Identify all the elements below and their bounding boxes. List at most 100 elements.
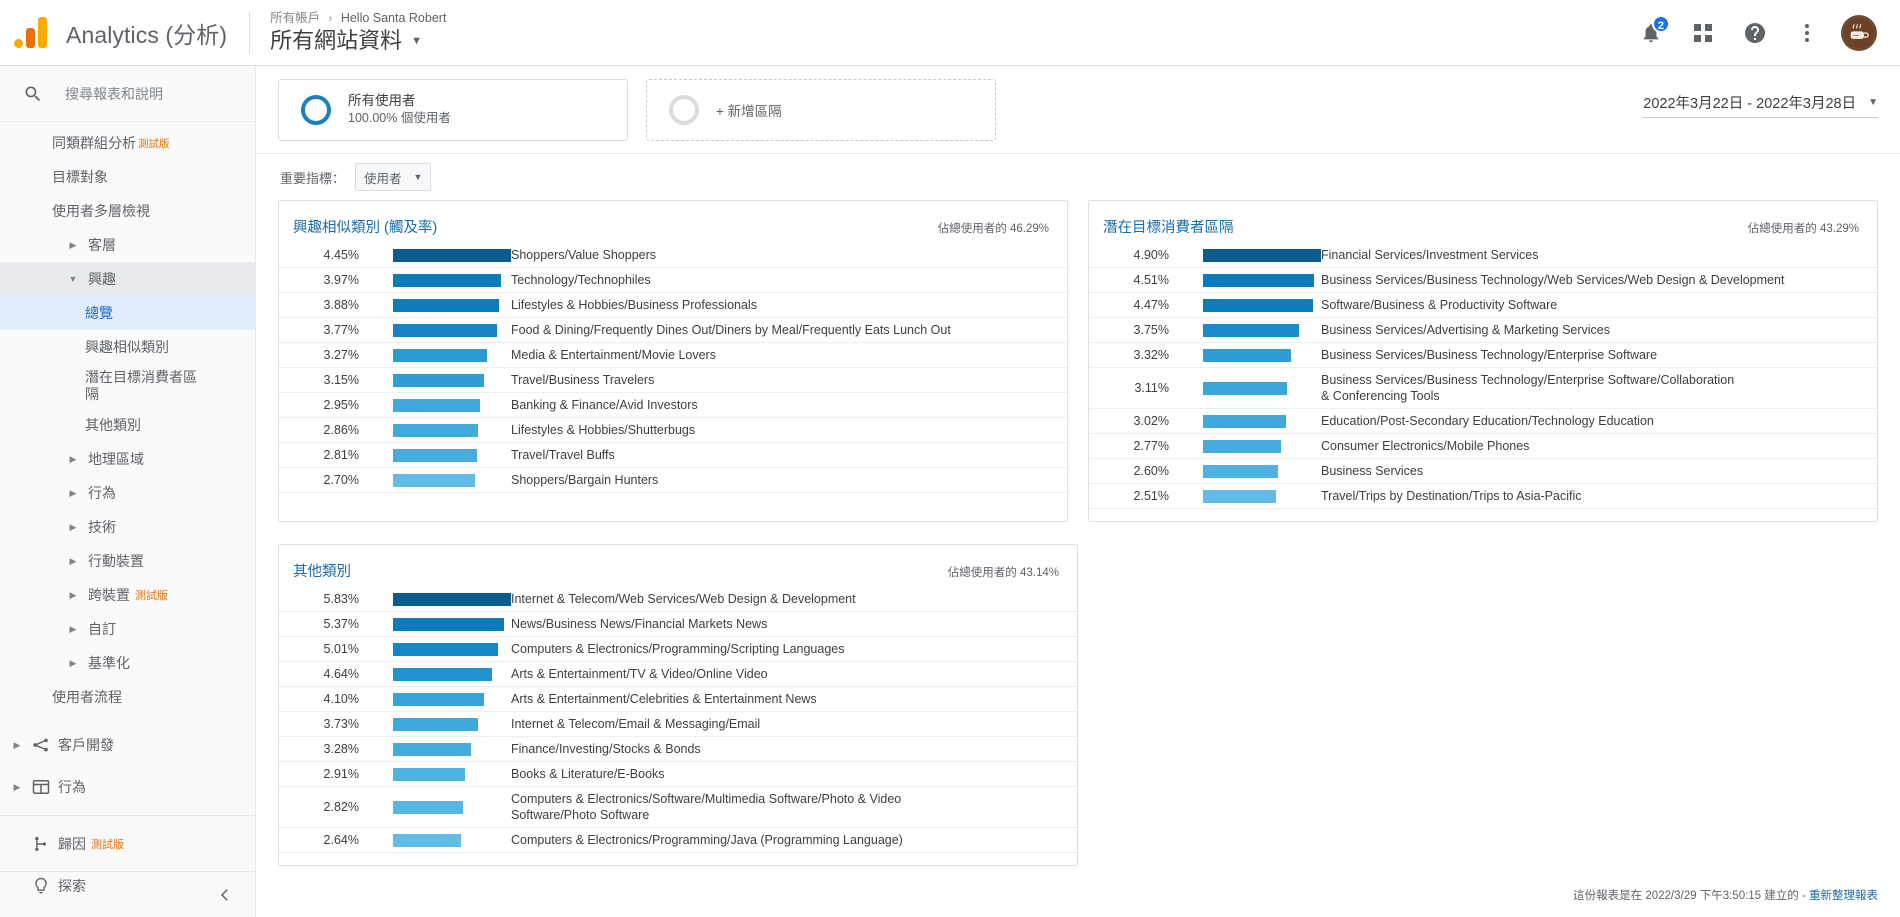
table-row[interactable]: 3.77% Food & Dining/Frequently Dines Out/…	[279, 318, 1067, 343]
sidebar-item-mobile[interactable]: ▶ 行動裝置	[0, 544, 255, 578]
sidebar-item-interests-overview[interactable]: 總覽	[0, 296, 255, 330]
sidebar-item-label: 興趣	[88, 270, 116, 287]
table-row[interactable]: 3.15% Travel/Business Travelers	[279, 368, 1067, 393]
table-row[interactable]: 3.27% Media & Entertainment/Movie Lovers	[279, 343, 1067, 368]
sidebar-item-in-market-segments[interactable]: 潛在目標消費者區隔	[0, 364, 255, 408]
help-button[interactable]	[1732, 10, 1778, 56]
table-row[interactable]: 3.32% Business Services/Business Technolo…	[1089, 343, 1877, 368]
table-row[interactable]: 4.10% Arts & Entertainment/Celebrities & …	[279, 687, 1077, 712]
apps-grid-button[interactable]	[1680, 10, 1726, 56]
table-row[interactable]: 4.90% Financial Services/Investment Servi…	[1089, 243, 1877, 268]
table-row[interactable]: 4.51% Business Services/Business Technolo…	[1089, 268, 1877, 293]
sidebar-item-affinity-categories[interactable]: 興趣相似類別	[0, 330, 255, 364]
table-row[interactable]: 2.91% Books & Literature/E-Books	[279, 762, 1077, 787]
table-row[interactable]: 2.64% Computers & Electronics/Programming…	[279, 828, 1077, 853]
sidebar-item-geo[interactable]: ▶ 地理區域	[0, 442, 255, 476]
collapse-sidebar-button[interactable]	[0, 871, 255, 917]
bar-cell	[1181, 439, 1321, 453]
table-row[interactable]: 2.60% Business Services	[1089, 459, 1877, 484]
table-row[interactable]: 2.81% Travel/Travel Buffs	[279, 443, 1067, 468]
sidebar-item-technology[interactable]: ▶ 技術	[0, 510, 255, 544]
account-selector[interactable]: 所有帳戶 › Hello Santa Robert 所有網站資料 ▼	[270, 10, 446, 55]
table-row[interactable]: 2.77% Consumer Electronics/Mobile Phones	[1089, 434, 1877, 459]
sidebar-item-behavior-sub[interactable]: ▶ 行為	[0, 476, 255, 510]
user-account-button[interactable]	[1836, 10, 1882, 56]
sidebar-item-user-explorer[interactable]: 使用者多層檢視	[0, 194, 255, 228]
refresh-report-link[interactable]: 重新整理報表	[1809, 890, 1878, 902]
sidebar-item-label: 同類群組分析	[52, 134, 136, 151]
search-input[interactable]	[50, 85, 230, 102]
sidebar-item-custom[interactable]: ▶ 自訂	[0, 612, 255, 646]
sidebar-item-cross-device[interactable]: ▶ 跨裝置 測試版	[0, 578, 255, 612]
row-percent: 2.64%	[323, 833, 359, 847]
row-percent: 3.77%	[323, 323, 359, 337]
table-row[interactable]: 5.01% Computers & Electronics/Programming…	[279, 637, 1077, 662]
beta-tag: 測試版	[135, 590, 168, 602]
metric-select[interactable]: 使用者 ▼	[355, 163, 432, 191]
sidebar-item-users-flow[interactable]: 使用者流程	[0, 680, 255, 714]
table-row[interactable]: 3.11% Business Services/Business Technolo…	[1089, 368, 1877, 409]
sidebar-item-other-categories[interactable]: 其他類別	[0, 408, 255, 442]
table-row[interactable]: 3.75% Business Services/Advertising & Mar…	[1089, 318, 1877, 343]
date-range-picker[interactable]: 2022年3月22日 - 2022年3月28日 ▼	[1643, 92, 1878, 118]
table-row[interactable]: 2.70% Shoppers/Bargain Hunters	[279, 468, 1067, 493]
chevron-right-icon: ▶	[13, 739, 21, 750]
sidebar-item-interests[interactable]: ▼ 興趣	[0, 262, 255, 296]
row-label: Shoppers/Value Shoppers	[511, 248, 657, 262]
row-percent: 3.11%	[1134, 381, 1169, 395]
table-row[interactable]: 2.95% Banking & Finance/Avid Investors	[279, 393, 1067, 418]
row-label: Internet & Telecom/Web Services/Web Desi…	[511, 592, 856, 606]
row-percent: 4.10%	[323, 692, 359, 706]
card-title[interactable]: 潛在目標消費者區隔	[1103, 216, 1234, 237]
add-segment-button[interactable]: + 新增區隔	[646, 78, 996, 141]
row-percent: 5.01%	[323, 642, 359, 656]
chevron-right-icon: ▶	[69, 487, 77, 498]
sidebar-item-demographics[interactable]: ▶ 客層	[0, 228, 255, 262]
segment-all-users[interactable]: 所有使用者 100.00% 個使用者	[278, 78, 628, 141]
more-options-button[interactable]	[1784, 10, 1830, 56]
bar-cell	[371, 592, 511, 606]
card-title[interactable]: 其他類別	[293, 560, 351, 581]
bar-cell	[371, 423, 511, 437]
table-row[interactable]: 3.73% Internet & Telecom/Email & Messagin…	[279, 712, 1077, 737]
card-title[interactable]: 興趣相似類別 (觸及率)	[293, 216, 437, 237]
row-label: Business Services/Advertising & Marketin…	[1321, 323, 1611, 337]
breadcrumb-root[interactable]: 所有帳戶	[270, 11, 320, 25]
segment-ring-empty-icon	[669, 94, 699, 125]
sidebar-item-audiences[interactable]: 目標對象	[0, 160, 255, 194]
sidebar-item-behavior[interactable]: ▶ 行為	[0, 766, 255, 808]
table-row[interactable]: 2.82% Computers & Electronics/Software/Mu…	[279, 787, 1077, 828]
row-label: Travel/Trips by Destination/Trips to Asi…	[1321, 489, 1582, 503]
table-row[interactable]: 2.86% Lifestyles & Hobbies/Shutterbugs	[279, 418, 1067, 443]
table-row[interactable]: 3.97% Technology/Technophiles	[279, 268, 1067, 293]
table-row[interactable]: 3.02% Education/Post-Secondary Education/…	[1089, 409, 1877, 434]
property-name[interactable]: 所有網站資料 ▼	[270, 27, 446, 55]
chevron-right-icon: ▶	[69, 521, 77, 532]
sidebar-item-label: 客戶開發	[58, 736, 114, 753]
table-row[interactable]: 2.51% Travel/Trips by Destination/Trips t…	[1089, 484, 1877, 509]
sidebar-item-attribution[interactable]: 歸因 測試版	[0, 823, 255, 865]
breadcrumb-separator-icon: ›	[328, 13, 333, 25]
bar	[1203, 323, 1300, 337]
table-row[interactable]: 4.45% Shoppers/Value Shoppers	[279, 243, 1067, 268]
table-row[interactable]: 4.64% Arts & Entertainment/TV & Video/Onl…	[279, 662, 1077, 687]
table-row[interactable]: 3.88% Lifestyles & Hobbies/Business Profe…	[279, 293, 1067, 318]
sidebar-item-label: 自訂	[88, 620, 116, 637]
sidebar-search[interactable]	[0, 66, 255, 122]
bar	[1203, 273, 1314, 287]
table-row[interactable]: 5.37% News/Business News/Financial Market…	[279, 612, 1077, 637]
notifications-button[interactable]: 2	[1628, 10, 1674, 56]
chevron-right-icon: ▶	[69, 239, 77, 250]
sidebar-item-benchmarking[interactable]: ▶ 基準化	[0, 646, 255, 680]
table-row[interactable]: 5.83% Internet & Telecom/Web Services/Web…	[279, 587, 1077, 612]
card-header: 興趣相似類別 (觸及率) 佔總使用者的 46.29%	[279, 201, 1067, 243]
breadcrumb-account[interactable]: Hello Santa Robert	[341, 11, 447, 25]
sidebar-item-acquisition[interactable]: ▶ 客戶開發	[0, 724, 255, 766]
table-row[interactable]: 3.28% Finance/Investing/Stocks & Bonds	[279, 737, 1077, 762]
sidebar-item-label: 跨裝置	[88, 586, 130, 603]
table-row[interactable]: 4.47% Software/Business & Productivity So…	[1089, 293, 1877, 318]
row-label: Computers & Electronics/Programming/Scri…	[511, 642, 845, 656]
sidebar-item-cohort-analysis[interactable]: 同類群組分析 測試版	[0, 126, 255, 160]
row-percent: 2.86%	[323, 423, 359, 437]
row-percent: 4.64%	[323, 667, 359, 681]
